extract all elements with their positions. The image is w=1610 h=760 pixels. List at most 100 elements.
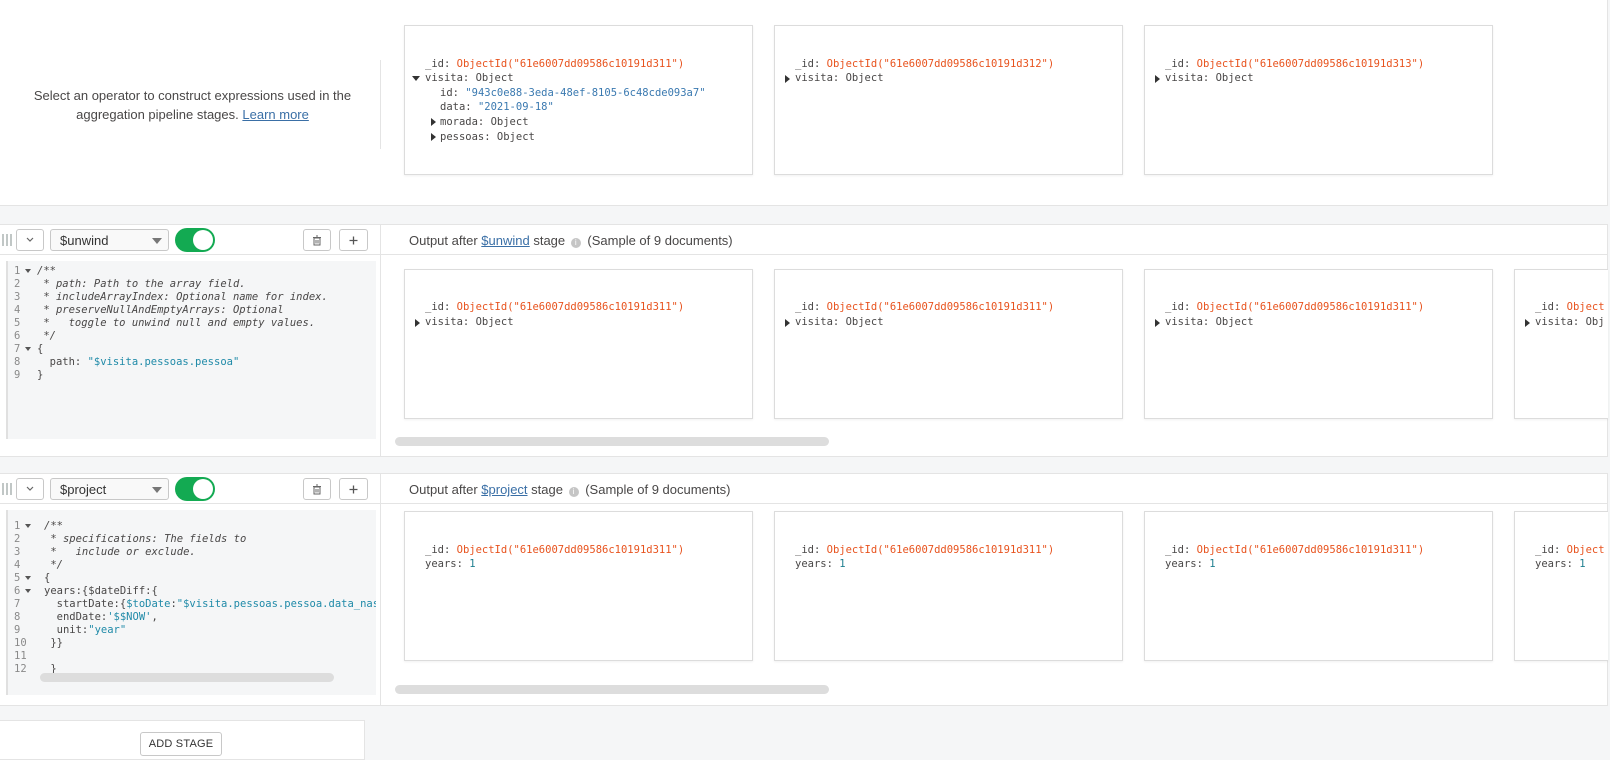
doc-field-id: _id: ObjectId("61e6007dd09586c10191d311"… bbox=[795, 543, 1054, 557]
delete-stage-button[interactable] bbox=[303, 229, 331, 251]
expand-triangle-icon[interactable] bbox=[785, 75, 790, 83]
line-number: 3 bbox=[14, 546, 21, 558]
doc-field-visita: visita: Object bbox=[425, 71, 514, 85]
code-text: } bbox=[37, 369, 44, 381]
field-key: visita: bbox=[795, 316, 840, 328]
fold-arrow-icon[interactable] bbox=[25, 589, 31, 593]
info-icon[interactable]: i bbox=[570, 238, 581, 248]
document-card-partial: _id: Object years: 1 bbox=[1514, 511, 1608, 661]
document-card: _id: ObjectId("61e6007dd09586c10191d311"… bbox=[774, 511, 1123, 661]
code-line: 4 */ bbox=[8, 559, 376, 572]
field-value: Object bbox=[1566, 544, 1605, 556]
doc-field-visita: visita: Object bbox=[1165, 71, 1254, 85]
line-number: 8 bbox=[14, 611, 21, 623]
stage-enabled-toggle[interactable] bbox=[175, 228, 215, 252]
code-text: /** bbox=[37, 265, 56, 277]
doc-field-visita: visita: Object bbox=[795, 71, 884, 85]
code-text: endDate: bbox=[44, 611, 108, 623]
field-value: 1 bbox=[469, 558, 476, 570]
info-icon[interactable]: i bbox=[568, 487, 579, 497]
field-key: _id: bbox=[1535, 544, 1561, 556]
stage-docs-link[interactable]: $unwind bbox=[481, 233, 529, 248]
toggle-knob bbox=[193, 230, 213, 250]
code-line: 5 * toggle to unwind null and empty valu… bbox=[8, 317, 376, 330]
expand-triangle-icon[interactable] bbox=[431, 118, 436, 126]
document-card: _id: ObjectId("61e6007dd09586c10191d311"… bbox=[404, 269, 753, 419]
plus-icon bbox=[349, 485, 358, 493]
doc-field-years: years: 1 bbox=[795, 557, 846, 571]
field-key: morada: bbox=[440, 116, 485, 128]
expand-triangle-icon[interactable] bbox=[415, 319, 420, 327]
fold-arrow-icon[interactable] bbox=[25, 347, 31, 351]
field-value: ObjectId("61e6007dd09586c10191d311") bbox=[826, 544, 1055, 556]
fold-arrow-icon[interactable] bbox=[25, 524, 31, 528]
editor-horizontal-scrollbar[interactable] bbox=[40, 673, 334, 682]
code-function: $toDate bbox=[126, 598, 171, 610]
chevron-down-icon bbox=[26, 237, 34, 242]
collapse-stage-button[interactable] bbox=[16, 478, 44, 500]
doc-field-morada: morada: Object bbox=[440, 115, 529, 129]
line-number: 4 bbox=[14, 304, 21, 316]
expand-triangle-icon[interactable] bbox=[1525, 319, 1530, 327]
field-key: visita: bbox=[425, 72, 470, 84]
documents-horizontal-scrollbar[interactable] bbox=[395, 437, 829, 446]
stage-code-editor[interactable]: 1/** 2 * path: Path to the array field. … bbox=[6, 261, 376, 439]
code-text: /** bbox=[44, 520, 63, 532]
stage-divider bbox=[380, 225, 381, 456]
trash-icon bbox=[313, 484, 321, 494]
field-key: _id: bbox=[1535, 301, 1561, 313]
expand-triangle-icon[interactable] bbox=[1155, 319, 1160, 327]
expand-triangle-icon[interactable] bbox=[431, 133, 436, 141]
stage-operator-select[interactable]: $unwind bbox=[50, 229, 169, 251]
code-line: 9} bbox=[8, 369, 376, 382]
expand-triangle-icon[interactable] bbox=[1155, 75, 1160, 83]
code-text: * preserveNullAndEmptyArrays: Optional bbox=[37, 304, 284, 316]
documents-horizontal-scrollbar[interactable] bbox=[395, 685, 829, 694]
stage-enabled-toggle[interactable] bbox=[175, 477, 215, 501]
stage-operator-select[interactable]: $project bbox=[50, 478, 169, 500]
expand-triangle-icon[interactable] bbox=[785, 319, 790, 327]
dropdown-caret-icon bbox=[152, 238, 162, 244]
field-key: _id: bbox=[795, 544, 821, 556]
document-card: _id: ObjectId("61e6007dd09586c10191d311"… bbox=[1144, 269, 1493, 419]
field-key: years: bbox=[795, 558, 833, 570]
code-text: * specifications: The fields to bbox=[44, 533, 247, 545]
add-stage-after-button[interactable] bbox=[339, 478, 368, 500]
add-stage-button[interactable]: ADD STAGE bbox=[140, 732, 222, 756]
code-line: 8 path: "$visita.pessoas.pessoa" bbox=[8, 356, 376, 369]
field-key: _id: bbox=[425, 544, 451, 556]
line-number: 7 bbox=[14, 598, 21, 610]
add-stage-after-button[interactable] bbox=[339, 229, 368, 251]
field-value: 1 bbox=[1579, 558, 1586, 570]
doc-field-visita: visita: Object bbox=[1165, 315, 1254, 329]
doc-field-id: _id: ObjectId("61e6007dd09586c10191d313"… bbox=[1165, 57, 1424, 71]
collapse-stage-button[interactable] bbox=[16, 229, 44, 251]
line-number: 4 bbox=[14, 559, 21, 571]
learn-more-link[interactable]: Learn more bbox=[242, 107, 308, 122]
field-key: _id: bbox=[425, 301, 451, 313]
code-text: { bbox=[44, 572, 51, 584]
drag-handle-icon[interactable] bbox=[2, 483, 14, 495]
document-card: _id: ObjectId("61e6007dd09586c10191d312"… bbox=[774, 25, 1123, 175]
stage-docs-link[interactable]: $project bbox=[481, 482, 527, 497]
drag-handle-icon[interactable] bbox=[2, 234, 14, 246]
code-line: 4 * preserveNullAndEmptyArrays: Optional bbox=[8, 304, 376, 317]
doc-field-years: years: 1 bbox=[1165, 557, 1216, 571]
fold-arrow-icon[interactable] bbox=[25, 576, 31, 580]
field-key: _id: bbox=[795, 301, 821, 313]
field-key: visita: bbox=[1165, 72, 1210, 84]
delete-stage-button[interactable] bbox=[303, 478, 331, 500]
stage-code-editor[interactable]: 1/** 2 * specifications: The fields to 3… bbox=[6, 510, 376, 695]
collapse-triangle-icon[interactable] bbox=[412, 76, 420, 81]
document-card: _id: ObjectId("61e6007dd09586c10191d311"… bbox=[404, 511, 753, 661]
line-number: 5 bbox=[14, 317, 21, 329]
field-key: years: bbox=[1165, 558, 1203, 570]
document-card: _id: ObjectId("61e6007dd09586c10191d311"… bbox=[404, 25, 753, 175]
field-key: visita: bbox=[1535, 316, 1580, 328]
code-text: , bbox=[151, 611, 158, 623]
fold-arrow-icon[interactable] bbox=[25, 269, 31, 273]
code-line: 5{ bbox=[8, 572, 376, 585]
code-text: * path: Path to the array field. bbox=[37, 278, 246, 290]
line-number: 12 bbox=[14, 663, 27, 675]
document-card: _id: ObjectId("61e6007dd09586c10191d313"… bbox=[1144, 25, 1493, 175]
